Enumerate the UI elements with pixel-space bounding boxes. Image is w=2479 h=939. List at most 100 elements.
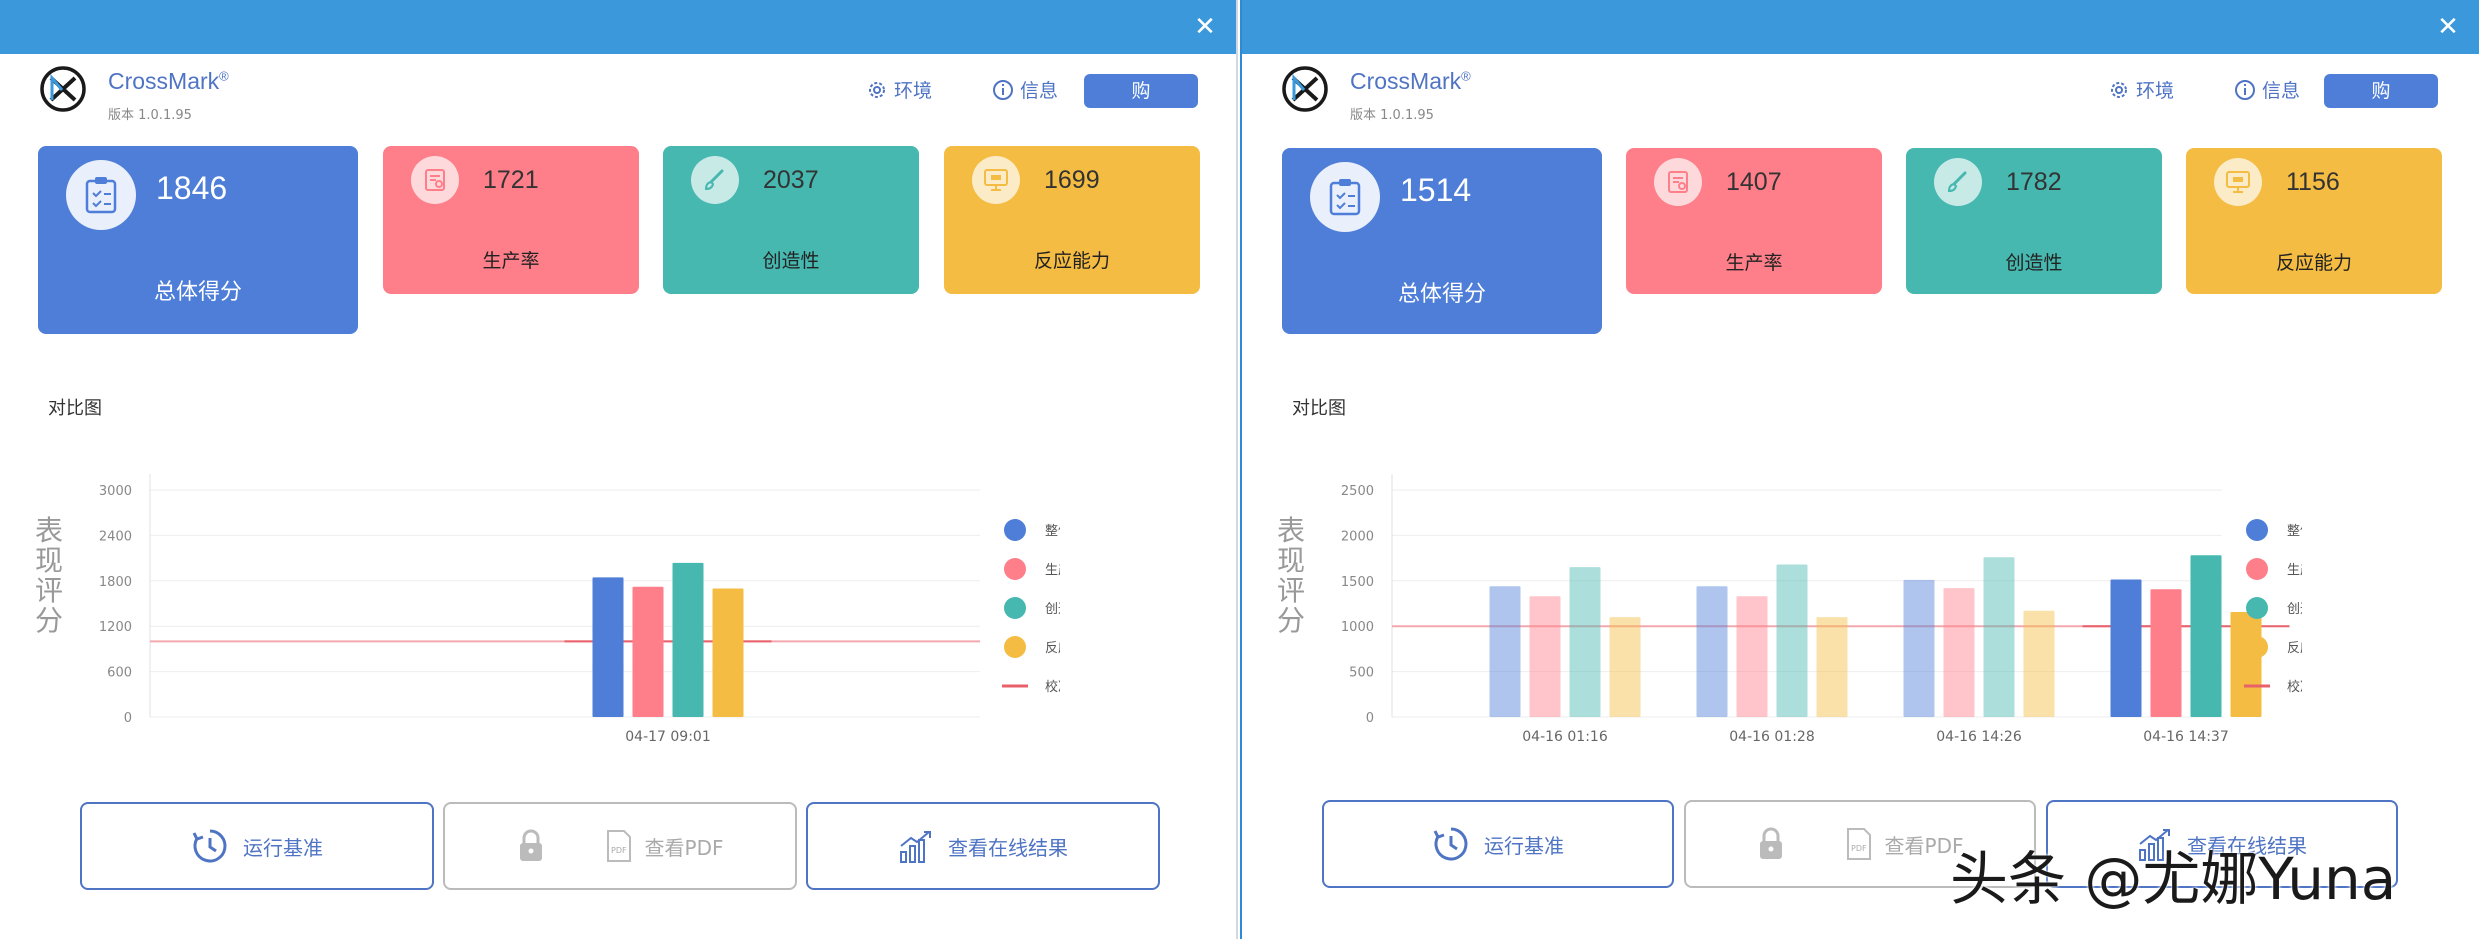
legend-label: 生产率 <box>1045 562 1060 578</box>
close-icon[interactable]: ✕ <box>1190 12 1220 42</box>
gear-icon <box>869 81 885 98</box>
x-tick-label: 04-16 01:16 <box>1522 729 1608 745</box>
x-tick-label: 04-17 09:01 <box>625 729 710 745</box>
bar <box>1776 564 1808 717</box>
view-online-results-button[interactable]: 查看在线结果 <box>2046 800 2398 888</box>
legend-marker <box>1004 597 1026 619</box>
version-label: 版本 1.0.1.95 <box>1350 108 1434 123</box>
bar <box>592 577 624 717</box>
responsiveness-label: 反应能力 <box>1033 250 1110 272</box>
nav-info-label: 信息 <box>1020 80 1059 102</box>
y-tick-label: 1500 <box>1341 575 1374 590</box>
document-icon <box>411 156 459 204</box>
productivity-score-card: 1407 生产率 <box>1626 148 1882 294</box>
y-tick-label: 2000 <box>1341 529 1374 544</box>
responsiveness-label: 反应能力 <box>2275 252 2352 274</box>
legend-marker <box>2246 519 2268 541</box>
close-icon[interactable]: ✕ <box>2433 12 2463 42</box>
overall-score-card: 1514 总体得分 <box>1282 148 1602 334</box>
view-online-results-button[interactable]: 查看在线结果 <box>806 802 1160 890</box>
productivity-score: 1407 <box>1726 168 1782 196</box>
y-tick-label: 600 <box>107 666 132 681</box>
view-online-results-label: 查看在线结果 <box>948 835 1068 860</box>
nav-info[interactable]: 信息 <box>992 76 1058 103</box>
y-tick-label: 1200 <box>99 620 132 635</box>
legend-marker <box>1004 558 1026 580</box>
nav-environment[interactable]: 环境 <box>2108 76 2174 103</box>
legend-marker <box>1004 519 1026 541</box>
overall-score: 1514 <box>1400 172 1472 208</box>
bar <box>2190 555 2222 717</box>
view-pdf-label: 查看PDF <box>1884 833 1964 858</box>
lock-icon <box>1759 827 1782 859</box>
y-tick-label: 1800 <box>99 575 132 590</box>
buy-button[interactable]: 购 <box>2324 74 2438 108</box>
legend-marker <box>1004 636 1026 658</box>
comparison-chart: 0 500 1000 1500 2000 2500 04-16 01:16 04-16 01:… <box>1302 460 2339 750</box>
crossmark-logo-icon <box>1282 66 1328 112</box>
productivity-score: 1721 <box>483 166 539 194</box>
bar <box>2230 612 2262 717</box>
view-online-results-label: 查看在线结果 <box>2187 833 2307 858</box>
nav-environment-label: 环境 <box>894 80 933 102</box>
bar <box>1609 617 1641 717</box>
bar <box>1736 596 1768 717</box>
legend-label: 反应能力 <box>1045 640 1060 656</box>
legend-label: 创造性 <box>1045 602 1060 617</box>
overall-label: 总体得分 <box>153 280 242 305</box>
y-tick-label: 2400 <box>99 529 132 544</box>
gear-icon <box>2111 81 2127 98</box>
creativity-score: 1782 <box>2006 168 2062 196</box>
creativity-score-card: 1782 创造性 <box>1906 148 2162 294</box>
crossmark-window-right: ✕ CrossMark® 版本 1.0.1.95 环境 信息 购 1514 总体… <box>1240 0 2479 939</box>
info-icon <box>993 79 1013 100</box>
bar <box>1983 557 2015 717</box>
nav-info-label: 信息 <box>2262 80 2301 102</box>
y-tick-label: 1000 <box>1341 620 1374 635</box>
x-tick-label: 04-16 01:28 <box>1729 729 1814 745</box>
legend-marker <box>2246 636 2268 658</box>
pdf-icon: PDF <box>606 830 631 862</box>
nav-environment-label: 环境 <box>2136 80 2175 102</box>
info-icon <box>2235 79 2255 100</box>
run-benchmark-button[interactable]: 运行基准 <box>80 802 434 890</box>
responsiveness-score: 1156 <box>2286 168 2340 196</box>
legend-label: 整体 <box>2287 524 2302 539</box>
comparison-chart-svg: 0 500 1000 1500 2000 2500 04-16 01:16 04-16 01:… <box>1341 474 2339 745</box>
y-tick-label: 500 <box>1349 666 1374 681</box>
chart-title: 对比图 <box>48 398 102 419</box>
overall-label: 总体得分 <box>1397 282 1486 307</box>
monitor-icon <box>2214 158 2262 206</box>
y-tick-label: 3000 <box>99 484 132 499</box>
chart-icon <box>900 831 931 863</box>
brush-icon <box>691 156 739 204</box>
nav-environment[interactable]: 环境 <box>866 76 932 103</box>
run-benchmark-label: 运行基准 <box>243 835 323 860</box>
bar <box>1696 586 1728 717</box>
bar <box>632 586 664 717</box>
pdf-icon: PDF <box>1846 828 1871 860</box>
creativity-label: 创造性 <box>2005 252 2063 274</box>
chart-title: 对比图 <box>1292 398 1346 419</box>
x-tick-label: 04-16 14:37 <box>2143 729 2228 745</box>
chart-icon <box>2139 829 2170 861</box>
run-benchmark-button[interactable]: 运行基准 <box>1322 800 1674 888</box>
brush-icon <box>1934 158 1982 206</box>
crossmark-window-left: ✕ CrossMark® 版本 1.0.1.95 环境 信息 购 1846 总体… <box>0 0 1238 939</box>
view-pdf-button[interactable]: PDF 查看PDF <box>1684 800 2036 888</box>
bar <box>2023 610 2055 717</box>
svg-text:PDF: PDF <box>611 846 627 855</box>
y-tick-label: 0 <box>124 711 132 726</box>
responsiveness-score-card: 1699 反应能力 <box>944 146 1200 294</box>
bar <box>2150 589 2182 717</box>
version-label: 版本 1.0.1.95 <box>108 108 192 123</box>
clock-icon <box>192 829 227 863</box>
legend-label: 创造性 <box>2287 602 2302 617</box>
monitor-icon <box>972 156 1020 204</box>
responsiveness-score: 1699 <box>1044 166 1100 194</box>
nav-info[interactable]: 信息 <box>2234 76 2300 103</box>
bar <box>1489 586 1521 717</box>
view-pdf-button[interactable]: PDF 查看PDF <box>443 802 797 890</box>
lock-icon <box>519 829 542 861</box>
buy-button[interactable]: 购 <box>1084 74 1198 108</box>
